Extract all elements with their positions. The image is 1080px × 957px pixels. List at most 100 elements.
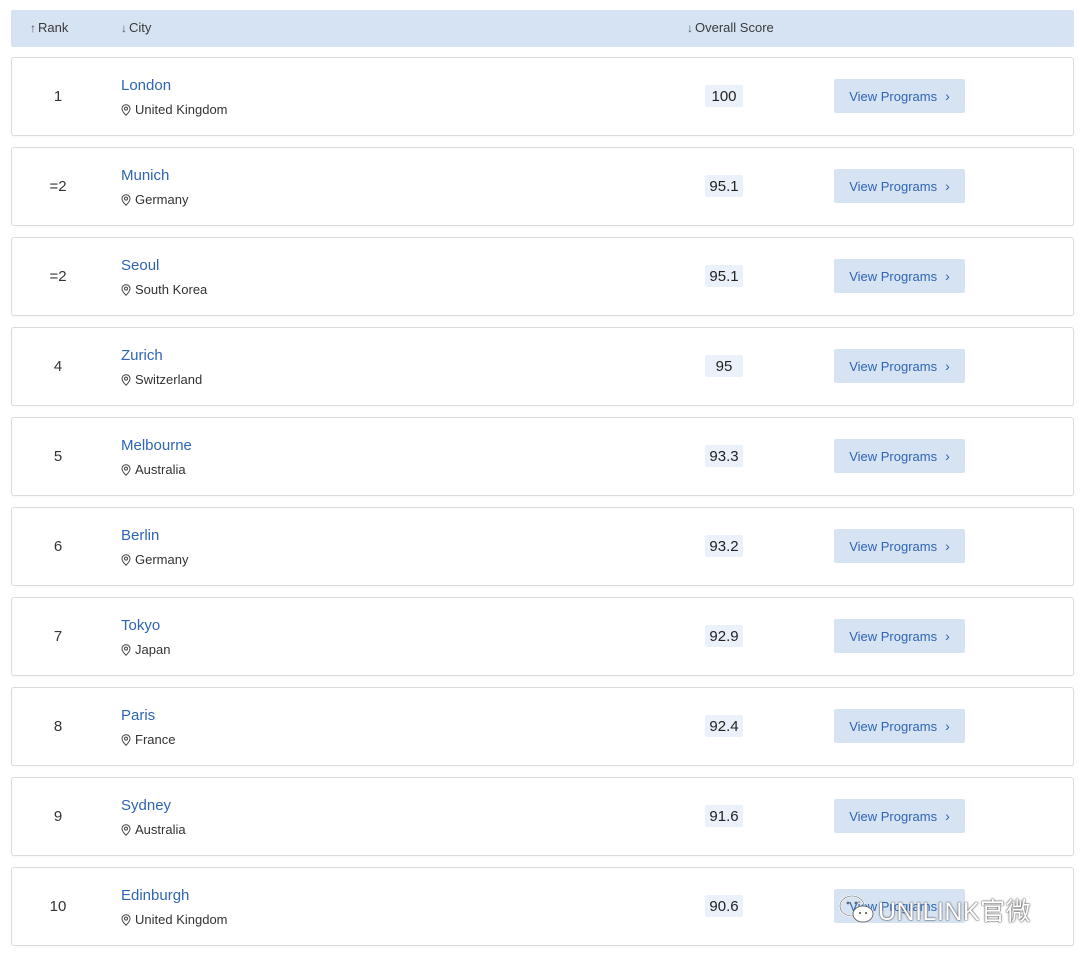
view-programs-button[interactable]: View Programs › [834,709,965,743]
city-header-label: City [129,20,152,35]
rank-value: 1 [53,88,63,105]
city-link[interactable]: Melbourne [121,437,192,455]
overall-score: 93.3 [705,445,743,467]
city-link[interactable]: Munich [121,167,188,185]
view-programs-label: View Programs [849,178,938,194]
country-name: Germany [135,192,189,207]
view-programs-label: View Programs [849,268,938,284]
location-pin-icon [121,824,131,836]
location-pin-icon [121,464,131,476]
city-cell: Seoul South Korea [121,257,207,298]
view-programs-button[interactable]: View Programs › [834,439,965,473]
view-programs-button[interactable]: View Programs › [834,799,965,833]
arrow-down-icon: ↓ [121,20,127,35]
country-label: South Korea [121,282,207,298]
view-programs-button[interactable]: View Programs › [834,349,965,383]
city-cell: Zurich Switzerland [121,347,202,388]
city-link[interactable]: Sydney [121,797,186,815]
overall-score: 93.2 [705,535,743,557]
country-label: Australia [121,822,186,838]
city-link[interactable]: Paris [121,707,175,725]
view-programs-label: View Programs [849,538,938,554]
location-pin-icon [121,644,131,656]
country-name: Australia [135,462,186,477]
view-programs-button[interactable]: View Programs › [834,79,965,113]
location-pin-icon [121,734,131,746]
rank-header-label: Rank [38,20,69,35]
view-programs-button[interactable]: View Programs › [834,259,965,293]
location-pin-icon [121,914,131,926]
table-row: 5 Melbourne Australia 93.3 View Programs… [11,417,1074,496]
country-name: Australia [135,822,186,837]
country-label: United Kingdom [121,912,228,928]
overall-score: 95.1 [705,265,743,287]
table-row: 7 Tokyo Japan 92.9 View Programs › [11,597,1074,676]
city-link[interactable]: Zurich [121,347,202,365]
chevron-right-icon: › [945,88,950,104]
city-link[interactable]: London [121,77,228,95]
view-programs-button[interactable]: View Programs › [834,619,965,653]
city-link[interactable]: Seoul [121,257,207,275]
table-row: 9 Sydney Australia 91.6 View Programs › [11,777,1074,856]
table-row: 1 London United Kingdom 100 View Program… [11,57,1074,136]
rank-value: =2 [49,178,67,195]
country-name: United Kingdom [135,912,228,927]
rank-column-header[interactable]: ↑ Rank [30,20,68,35]
city-cell: Berlin Germany [121,527,188,568]
country-label: Germany [121,552,188,568]
city-cell: Edinburgh United Kingdom [121,887,228,928]
rank-value: 7 [53,628,63,645]
country-label: Japan [121,642,170,658]
view-programs-button[interactable]: View Programs › [834,529,965,563]
location-pin-icon [121,104,131,116]
score-column-header[interactable]: ↓ Overall Score [687,20,774,35]
city-cell: Munich Germany [121,167,188,208]
country-name: Switzerland [135,372,203,387]
chevron-right-icon: › [945,268,950,284]
country-name: France [135,732,176,747]
overall-score: 92.9 [705,625,743,647]
city-link[interactable]: Edinburgh [121,887,228,905]
chevron-right-icon: › [945,538,950,554]
table-header: ↑ Rank ↓ City ↓ Overall Score [11,10,1074,47]
view-programs-label: View Programs [849,718,938,734]
arrow-up-icon: ↑ [30,20,36,35]
country-label: Australia [121,462,192,478]
rank-value: 6 [53,538,63,555]
table-row: 8 Paris France 92.4 View Programs › [11,687,1074,766]
chevron-right-icon: › [945,808,950,824]
rank-value: 10 [49,898,67,915]
overall-score: 100 [705,85,743,107]
overall-score: 95 [705,355,743,377]
chevron-right-icon: › [945,358,950,374]
view-programs-label: View Programs [849,448,938,464]
city-column-header[interactable]: ↓ City [121,20,151,35]
overall-score: 90.6 [705,895,743,917]
score-header-label: Overall Score [695,20,774,35]
city-link[interactable]: Berlin [121,527,188,545]
watermark-text: UNILINK官微 [878,898,1032,926]
city-cell: Tokyo Japan [121,617,170,658]
table-row: =2 Seoul South Korea 95.1 View Programs … [11,237,1074,316]
country-name: Germany [135,552,189,567]
overall-score: 95.1 [705,175,743,197]
view-programs-button[interactable]: View Programs › [834,169,965,203]
overall-score: 92.4 [705,715,743,737]
rank-value: 9 [53,808,63,825]
chevron-right-icon: › [945,718,950,734]
city-link[interactable]: Tokyo [121,617,170,635]
location-pin-icon [121,194,131,206]
city-cell: Paris France [121,707,175,748]
wechat-watermark: UNILINK官微 [838,893,1031,927]
rank-value: 8 [53,718,63,735]
view-programs-label: View Programs [849,358,938,374]
country-label: Germany [121,192,188,208]
table-row: 6 Berlin Germany 93.2 View Programs › [11,507,1074,586]
country-name: South Korea [135,282,208,297]
rank-value: 4 [53,358,63,375]
rank-value: =2 [49,268,67,285]
country-name: Japan [135,642,171,657]
location-pin-icon [121,374,131,386]
location-pin-icon [121,554,131,566]
overall-score: 91.6 [705,805,743,827]
